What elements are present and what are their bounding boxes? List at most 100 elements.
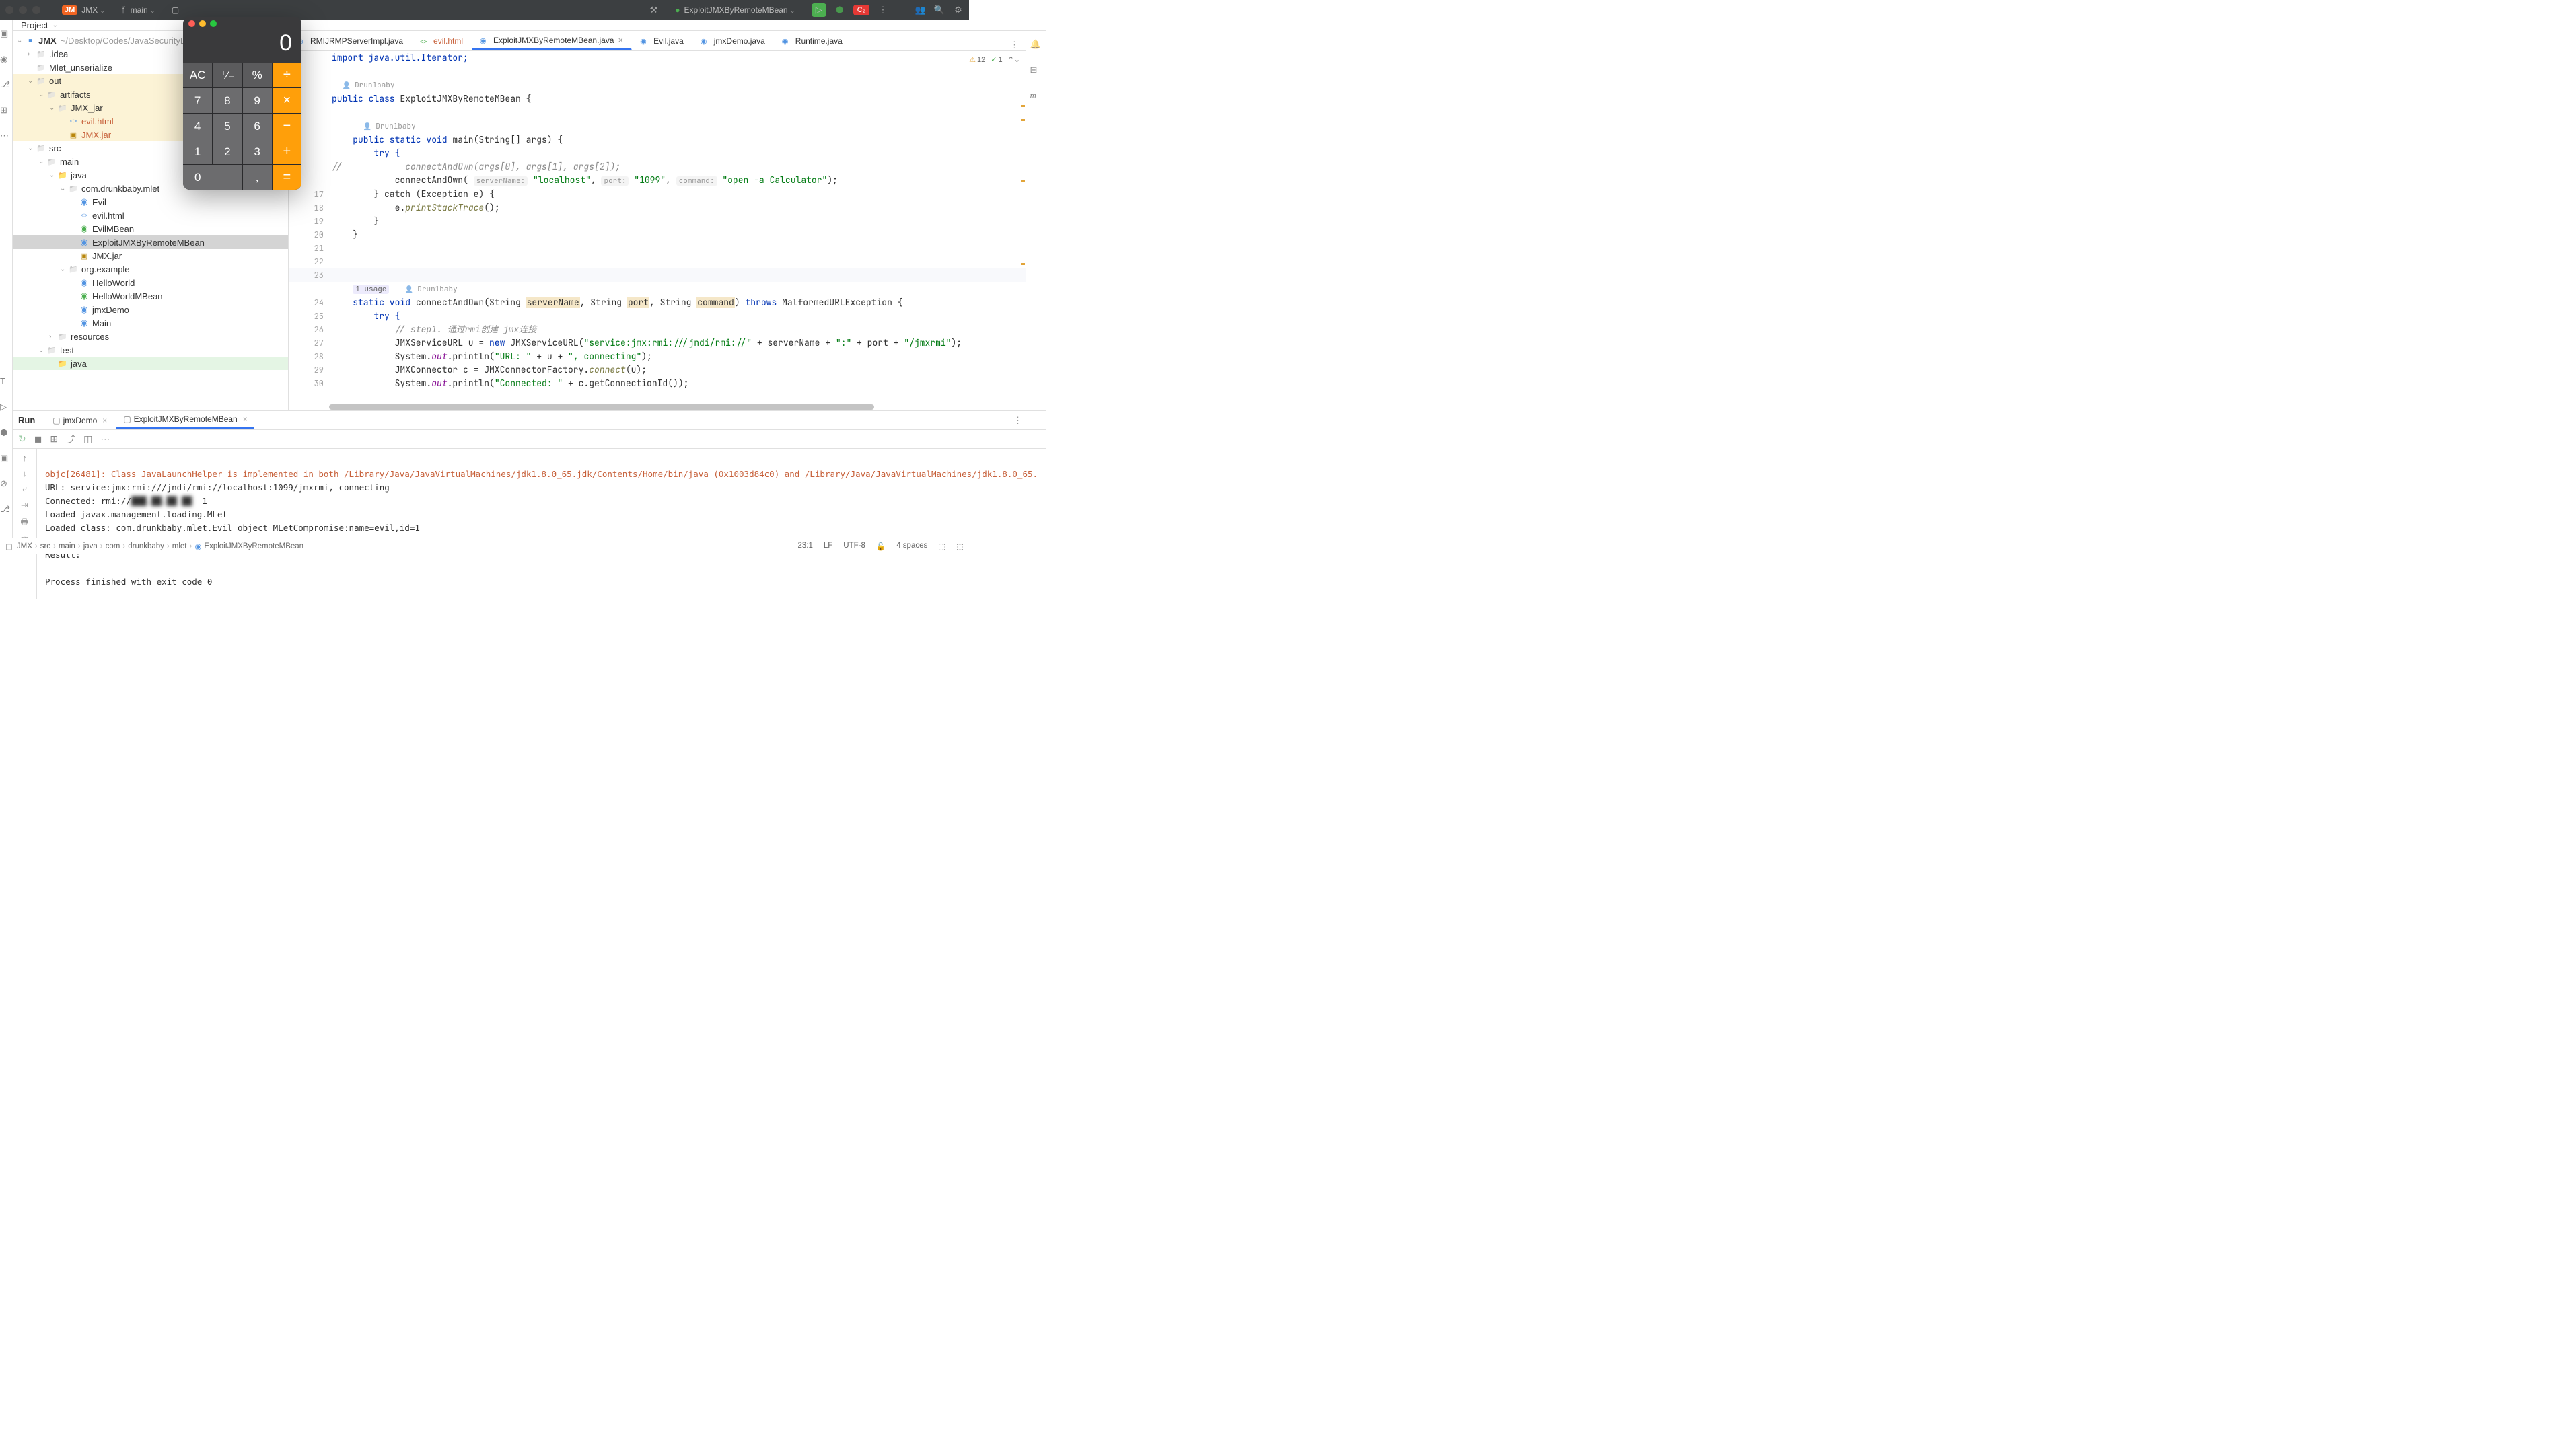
status-icon[interactable]: ▢ <box>5 542 13 551</box>
tree-item[interactable]: ⌄test <box>13 343 288 357</box>
crumb[interactable]: drunkbaby <box>128 542 164 550</box>
tab-active[interactable]: ExploitJMXByRemoteMBean.java× <box>472 32 632 50</box>
stop-button[interactable]: ◼ <box>34 433 42 445</box>
usage-hint[interactable]: 1 usage <box>353 285 389 294</box>
calc-8-button[interactable]: 8 <box>213 88 242 113</box>
scroll-end-icon[interactable]: ⇥ <box>21 500 28 511</box>
crumb[interactable]: src <box>40 542 50 550</box>
build-icon[interactable]: ⚒ <box>648 5 659 15</box>
indent[interactable]: 4 spaces <box>896 542 927 551</box>
crumb[interactable]: ExploitJMXByRemoteMBean <box>204 542 303 550</box>
run-button[interactable]: ▷ <box>812 3 826 17</box>
dots-button[interactable]: ⋯ <box>100 433 110 445</box>
calc-5-button[interactable]: 5 <box>213 114 242 139</box>
calc-6-button[interactable]: 6 <box>243 114 272 139</box>
crumb[interactable]: main <box>59 542 75 550</box>
calculator-window[interactable]: 0 AC ⁺∕₋ % ÷ 7 8 9 × 4 5 6 − 1 2 3 + 0 ,… <box>183 17 301 190</box>
run-tab[interactable]: ▢jmxDemo× <box>46 413 114 428</box>
calc-plus-button[interactable]: + <box>273 139 301 164</box>
crumb[interactable]: java <box>83 542 98 550</box>
encoding[interactable]: UTF-8 <box>843 542 865 551</box>
calc-sign-button[interactable]: ⁺∕₋ <box>213 63 242 87</box>
calc-ac-button[interactable]: AC <box>183 63 212 87</box>
close-icon[interactable]: × <box>243 414 248 424</box>
console-output[interactable]: objc[26481]: Class JavaLaunchHelper is i… <box>37 449 1046 599</box>
debug-button[interactable]: ⬢ <box>834 5 845 15</box>
status-end-icon[interactable]: ⬚ <box>956 542 964 551</box>
run-tab-active[interactable]: ▢ExploitJMXByRemoteMBean× <box>116 412 254 429</box>
git-tool-icon[interactable]: ⎇ <box>0 504 12 516</box>
calc-percent-button[interactable]: % <box>243 63 272 87</box>
crumb[interactable]: JMX <box>17 542 32 550</box>
tree-item[interactable]: jmxDemo <box>13 303 288 316</box>
debug-tool-icon[interactable]: ⬢ <box>0 427 12 439</box>
open-file-button[interactable]: ▢ <box>166 4 184 16</box>
more-icon[interactable]: ⋮ <box>878 5 888 15</box>
minimize-icon[interactable] <box>19 6 27 14</box>
exit-button[interactable]: ⤴ <box>66 433 75 446</box>
tab[interactable]: jmxDemo.java <box>692 32 774 50</box>
search-icon[interactable]: 🔍 <box>934 5 945 15</box>
close-icon[interactable] <box>5 6 13 14</box>
problems-tool-icon[interactable]: ⊘ <box>0 478 12 490</box>
minimize-icon[interactable] <box>199 20 206 27</box>
calc-2-button[interactable]: 2 <box>213 139 242 164</box>
maximize-icon[interactable] <box>210 20 217 27</box>
settings-icon[interactable]: ⚙ <box>953 5 964 15</box>
tree-item[interactable]: JMX.jar <box>13 249 288 262</box>
calc-multiply-button[interactable]: × <box>273 88 301 113</box>
tree-item[interactable]: Evil <box>13 195 288 209</box>
status-more-icon[interactable]: ⬚ <box>938 542 945 551</box>
database-tool-icon[interactable]: ⊟ <box>1030 65 1042 77</box>
code-with-me-icon[interactable]: 👥 <box>915 5 926 15</box>
tree-item-selected[interactable]: ExploitJMXByRemoteMBean <box>13 235 288 249</box>
tree-item[interactable]: java <box>13 357 288 370</box>
tab[interactable]: Runtime.java <box>774 32 851 50</box>
tree-item[interactable]: evil.html <box>13 209 288 222</box>
run-tool-icon[interactable]: ▷ <box>0 402 12 414</box>
wrap-icon[interactable]: ⤶ <box>22 484 27 495</box>
close-icon[interactable]: × <box>102 416 107 425</box>
calc-decimal-button[interactable]: , <box>243 165 272 190</box>
tab[interactable]: Evil.java <box>632 32 692 50</box>
crumb[interactable]: com <box>106 542 120 550</box>
tool1-icon[interactable]: T <box>0 376 12 388</box>
calc-equals-button[interactable]: = <box>273 165 301 190</box>
tree-item[interactable]: HelloWorld <box>13 276 288 289</box>
commit-tool-icon[interactable]: ◉ <box>0 54 12 66</box>
structure-tool-icon[interactable]: ⊞ <box>0 105 12 117</box>
calc-9-button[interactable]: 9 <box>243 88 272 113</box>
calc-4-button[interactable]: 4 <box>183 114 212 139</box>
calc-0-button[interactable]: 0 <box>183 165 242 190</box>
run-config-selector[interactable]: ● ExploitJMXByRemoteMBean <box>670 4 800 16</box>
maven-tool-icon[interactable]: m <box>1030 90 1042 102</box>
chevron-down-icon[interactable]: ⌄ <box>52 22 57 29</box>
terminal-tool-icon[interactable]: ▣ <box>0 453 12 465</box>
tab[interactable]: evil.html <box>412 32 472 50</box>
tree-item[interactable]: ›resources <box>13 330 288 343</box>
down-icon[interactable]: ↓ <box>22 468 27 478</box>
rerun-button[interactable]: ↻ <box>18 433 26 445</box>
crumb[interactable]: mlet <box>172 542 187 550</box>
code-area[interactable]: 12 1 ⌃⌄ import java.util.Itera <box>289 51 1026 410</box>
tree-item[interactable]: EvilMBean <box>13 222 288 235</box>
up-icon[interactable]: ↑ <box>22 453 27 463</box>
stop-button[interactable]: C₂ <box>853 5 869 15</box>
readonly-icon[interactable]: 🔓 <box>876 542 886 551</box>
run-more-icon[interactable]: ⋮ <box>1013 415 1022 426</box>
breadcrumb[interactable]: JMX› src› main› java› com› drunkbaby› ml… <box>17 542 303 551</box>
close-icon[interactable] <box>188 20 195 27</box>
tab[interactable]: RMIJRMPServerImpl.java <box>289 32 412 50</box>
project-selector[interactable]: JM JMX <box>57 4 110 16</box>
calc-minus-button[interactable]: − <box>273 114 301 139</box>
tree-item[interactable]: Main <box>13 316 288 330</box>
horizontal-scrollbar[interactable] <box>289 404 1026 410</box>
attach-button[interactable]: ◫ <box>83 433 92 445</box>
line-separator[interactable]: LF <box>824 542 832 551</box>
pull-requests-icon[interactable]: ⎇ <box>0 79 12 92</box>
cursor-position[interactable]: 23:1 <box>797 542 812 551</box>
print-icon[interactable]: 🖶 <box>20 516 28 531</box>
project-tool-icon[interactable]: ▣ <box>0 28 12 40</box>
notifications-icon[interactable]: 🔔 <box>1030 39 1042 51</box>
calc-1-button[interactable]: 1 <box>183 139 212 164</box>
